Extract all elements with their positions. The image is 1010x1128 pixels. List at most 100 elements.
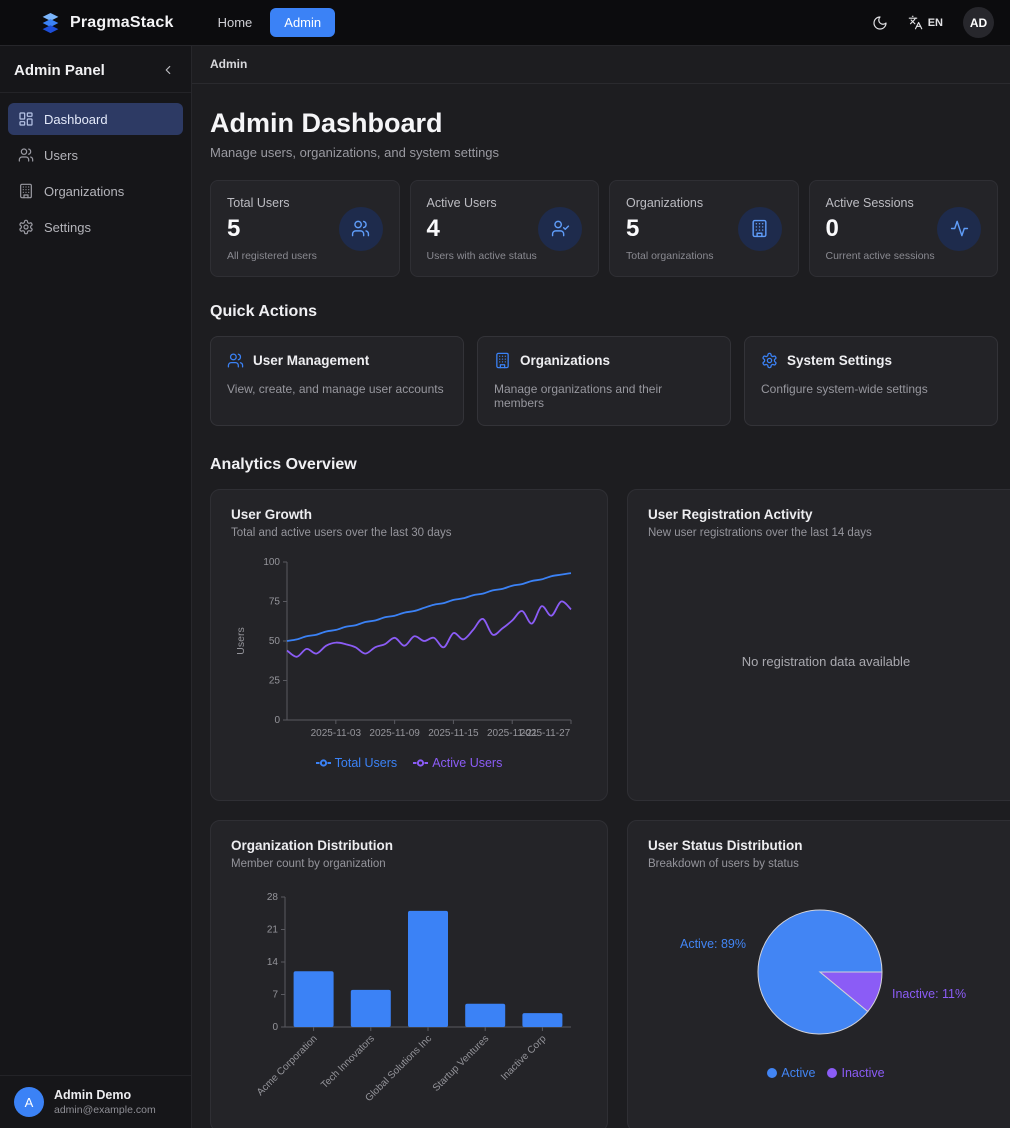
stats-grid: Total Users 5 All registered users Activ… — [210, 180, 998, 277]
nav-link-home[interactable]: Home — [208, 9, 263, 36]
gear-icon — [18, 219, 34, 235]
svg-text:2025-11-27: 2025-11-27 — [520, 728, 571, 739]
user-growth-line-chart: 0 25 50 75 100 Users 2025-11-03 2025-11-09 2025-… — [231, 552, 587, 752]
page-subtitle: Manage users, organizations, and system … — [210, 145, 998, 160]
brand[interactable]: PragmaStack — [40, 12, 174, 34]
stat-card-organizations[interactable]: Organizations 5 Total organizations — [609, 180, 799, 277]
sidebar-item-label: Organizations — [44, 184, 124, 199]
user-avatar[interactable]: AD — [963, 7, 994, 38]
top-navbar: PragmaStack Home Admin EN AD — [0, 0, 1010, 46]
building-icon — [18, 183, 34, 199]
svg-text:2025-11-15: 2025-11-15 — [428, 728, 479, 739]
dot-marker-icon — [827, 1068, 837, 1078]
sidebar-item-label: Users — [44, 148, 78, 163]
svg-text:Inactive Corp: Inactive Corp — [499, 1033, 549, 1083]
stat-value: 5 — [626, 215, 714, 243]
svg-text:7: 7 — [272, 990, 278, 1001]
brand-name: PragmaStack — [70, 14, 174, 32]
dashboard-icon — [18, 111, 34, 127]
svg-text:14: 14 — [267, 957, 279, 968]
stat-card-active-users[interactable]: Active Users 4 Users with active status — [410, 180, 600, 277]
action-card-system-settings[interactable]: System Settings Configure system-wide se… — [744, 336, 998, 426]
chart-title: User Registration Activity — [648, 507, 1004, 522]
stat-description: Users with active status — [427, 250, 537, 262]
action-card-user-management[interactable]: User Management View, create, and manage… — [210, 336, 464, 426]
svg-text:100: 100 — [263, 557, 280, 568]
chart-title: User Status Distribution — [648, 838, 1004, 853]
dot-marker-icon — [767, 1068, 777, 1078]
sidebar-item-dashboard[interactable]: Dashboard — [8, 103, 183, 135]
empty-state-message: No registration data available — [742, 654, 910, 669]
navbar-right: EN AD — [872, 7, 994, 38]
user-email: admin@example.com — [54, 1104, 156, 1116]
user-status-legend: Active Inactive — [767, 1066, 884, 1080]
dark-mode-toggle[interactable] — [872, 15, 888, 31]
breadcrumb[interactable]: Admin — [210, 57, 247, 71]
stat-label: Total Users — [227, 196, 317, 210]
main-nav: Home Admin — [208, 8, 336, 37]
legend-item-active[interactable]: Active — [767, 1066, 815, 1080]
svg-text:2025-11-09: 2025-11-09 — [369, 728, 420, 739]
sidebar: Admin Panel Dashboard Users — [0, 46, 192, 1128]
layers-logo-icon — [40, 12, 61, 34]
stat-value: 0 — [826, 215, 935, 243]
chart-title: Organization Distribution — [231, 838, 587, 853]
building-icon — [738, 207, 782, 251]
legend-label: Inactive — [841, 1066, 884, 1080]
svg-text:2025-11-03: 2025-11-03 — [311, 728, 362, 739]
users-icon — [18, 147, 34, 163]
action-title: User Management — [253, 353, 369, 368]
sidebar-item-settings[interactable]: Settings — [8, 211, 183, 243]
legend-label: Active Users — [432, 756, 502, 770]
stat-value: 4 — [427, 215, 537, 243]
line-marker-icon — [316, 758, 331, 768]
sidebar-nav: Dashboard Users Organizations Settings — [0, 93, 191, 253]
chart-subtitle: Total and active users over the last 30 … — [231, 527, 587, 539]
nav-link-admin[interactable]: Admin — [270, 8, 335, 37]
svg-text:75: 75 — [269, 597, 281, 608]
action-title: Organizations — [520, 353, 610, 368]
action-description: Configure system-wide settings — [761, 382, 981, 396]
languages-icon — [908, 15, 923, 30]
svg-text:25: 25 — [269, 676, 281, 687]
svg-text:Active: 89%: Active: 89% — [680, 937, 746, 951]
action-description: View, create, and manage user accounts — [227, 382, 447, 396]
svg-text:Users: Users — [235, 627, 247, 654]
sidebar-title: Admin Panel — [14, 62, 105, 79]
svg-text:Startup Ventures: Startup Ventures — [431, 1033, 491, 1093]
user-status-card: User Status Distribution Breakdown of us… — [627, 820, 1010, 1128]
stat-card-active-sessions[interactable]: Active Sessions 0 Current active session… — [809, 180, 999, 277]
sidebar-user-card[interactable]: A Admin Demo admin@example.com — [0, 1075, 191, 1128]
legend-item-total-users[interactable]: Total Users — [316, 756, 398, 770]
language-switcher[interactable]: EN — [908, 15, 943, 30]
svg-text:50: 50 — [269, 636, 281, 647]
user-avatar-initial: A — [14, 1087, 44, 1117]
charts-grid: User Growth Total and active users over … — [210, 489, 998, 1128]
user-name: Admin Demo — [54, 1088, 156, 1102]
user-growth-card: User Growth Total and active users over … — [210, 489, 608, 801]
sidebar-item-label: Settings — [44, 220, 91, 235]
legend-item-inactive[interactable]: Inactive — [827, 1066, 884, 1080]
gear-icon — [761, 352, 778, 369]
sidebar-collapse-button[interactable] — [159, 61, 177, 79]
users-icon — [339, 207, 383, 251]
legend-item-active-users[interactable]: Active Users — [413, 756, 502, 770]
building-icon — [494, 352, 511, 369]
stat-value: 5 — [227, 215, 317, 243]
sidebar-item-users[interactable]: Users — [8, 139, 183, 171]
sidebar-item-organizations[interactable]: Organizations — [8, 175, 183, 207]
svg-text:0: 0 — [274, 715, 280, 726]
action-card-organizations[interactable]: Organizations Manage organizations and t… — [477, 336, 731, 426]
chart-subtitle: New user registrations over the last 14 … — [648, 527, 1004, 539]
svg-text:Tech Innovators: Tech Innovators — [319, 1033, 377, 1091]
page-title: Admin Dashboard — [210, 108, 998, 139]
quick-actions-heading: Quick Actions — [210, 303, 998, 321]
org-distribution-card: Organization Distribution Member count b… — [210, 820, 608, 1128]
action-description: Manage organizations and their members — [494, 382, 714, 410]
svg-text:28: 28 — [267, 892, 279, 903]
stat-card-total-users[interactable]: Total Users 5 All registered users — [210, 180, 400, 277]
svg-text:0: 0 — [272, 1022, 278, 1033]
stat-label: Active Sessions — [826, 196, 935, 210]
user-status-pie-chart: Active: 89%Inactive: 11% — [648, 904, 1004, 1044]
stat-description: Total organizations — [626, 250, 714, 262]
